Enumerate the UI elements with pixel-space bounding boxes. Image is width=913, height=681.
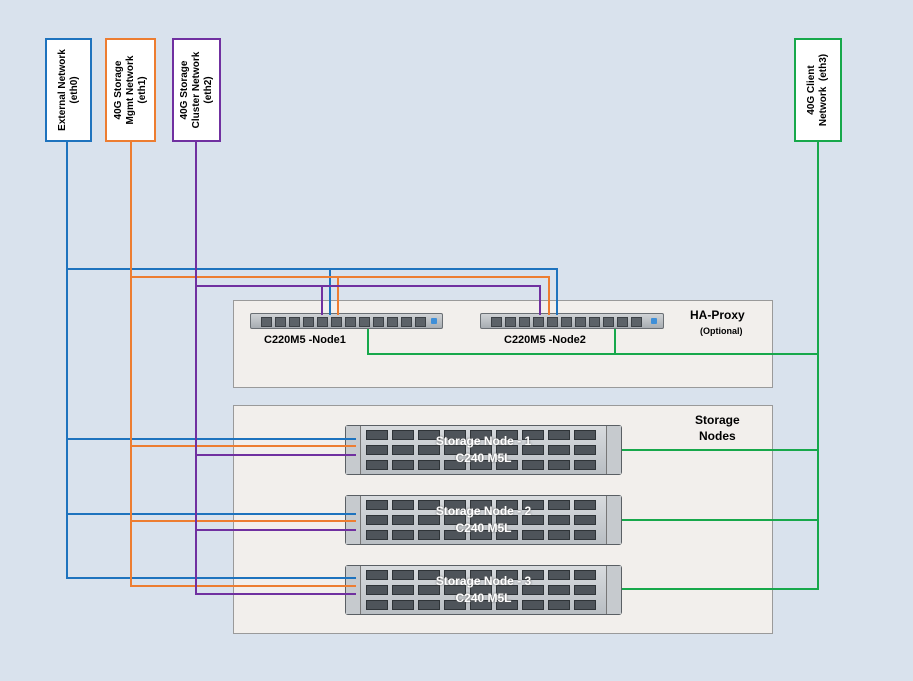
- ha-proxy-subtitle: (Optional): [700, 326, 743, 336]
- storage-node-3-model: C240 M5L: [455, 591, 512, 605]
- network-label-eth2: 40G Storage Cluster Network (eth2): [178, 51, 214, 129]
- ha-node2-label: C220M5 -Node2: [504, 334, 586, 346]
- storage-server-2: Storage Node - 2 C240 M5L: [345, 495, 622, 545]
- storage-node-2-name: Storage Node - 2: [435, 504, 532, 518]
- network-box-eth0: External Network (eth0): [45, 38, 92, 142]
- storage-node-2-model: C240 M5L: [455, 521, 512, 535]
- network-box-eth1: 40G Storage Mgmt Network (eth1): [105, 38, 156, 142]
- ha-proxy-title: HA-Proxy: [690, 308, 745, 322]
- server-c220-node1: [250, 313, 443, 329]
- network-box-eth3: 40G Client Network (eth3): [794, 38, 842, 142]
- ha-node1-label: C220M5 -Node1: [264, 334, 346, 346]
- network-box-eth2: 40G Storage Cluster Network (eth2): [172, 38, 221, 142]
- network-label-eth0: External Network (eth0): [56, 49, 80, 131]
- server-c220-node2: [480, 313, 664, 329]
- storage-server-3: Storage Node - 3 C240 M5L: [345, 565, 622, 615]
- storage-server-1: Storage Node - 1 C240 M5L: [345, 425, 622, 475]
- storage-group-title: Storage Nodes: [695, 413, 740, 443]
- storage-node-1-model: C240 M5L: [455, 451, 512, 465]
- storage-node-1-name: Storage Node - 1: [435, 434, 532, 448]
- storage-node-3-name: Storage Node - 3: [435, 574, 532, 588]
- diagram-canvas: External Network (eth0) 40G Storage Mgmt…: [0, 0, 913, 681]
- network-label-eth1: 40G Storage Mgmt Network (eth1): [112, 55, 148, 125]
- network-label-eth3: 40G Client Network (eth3): [806, 53, 829, 127]
